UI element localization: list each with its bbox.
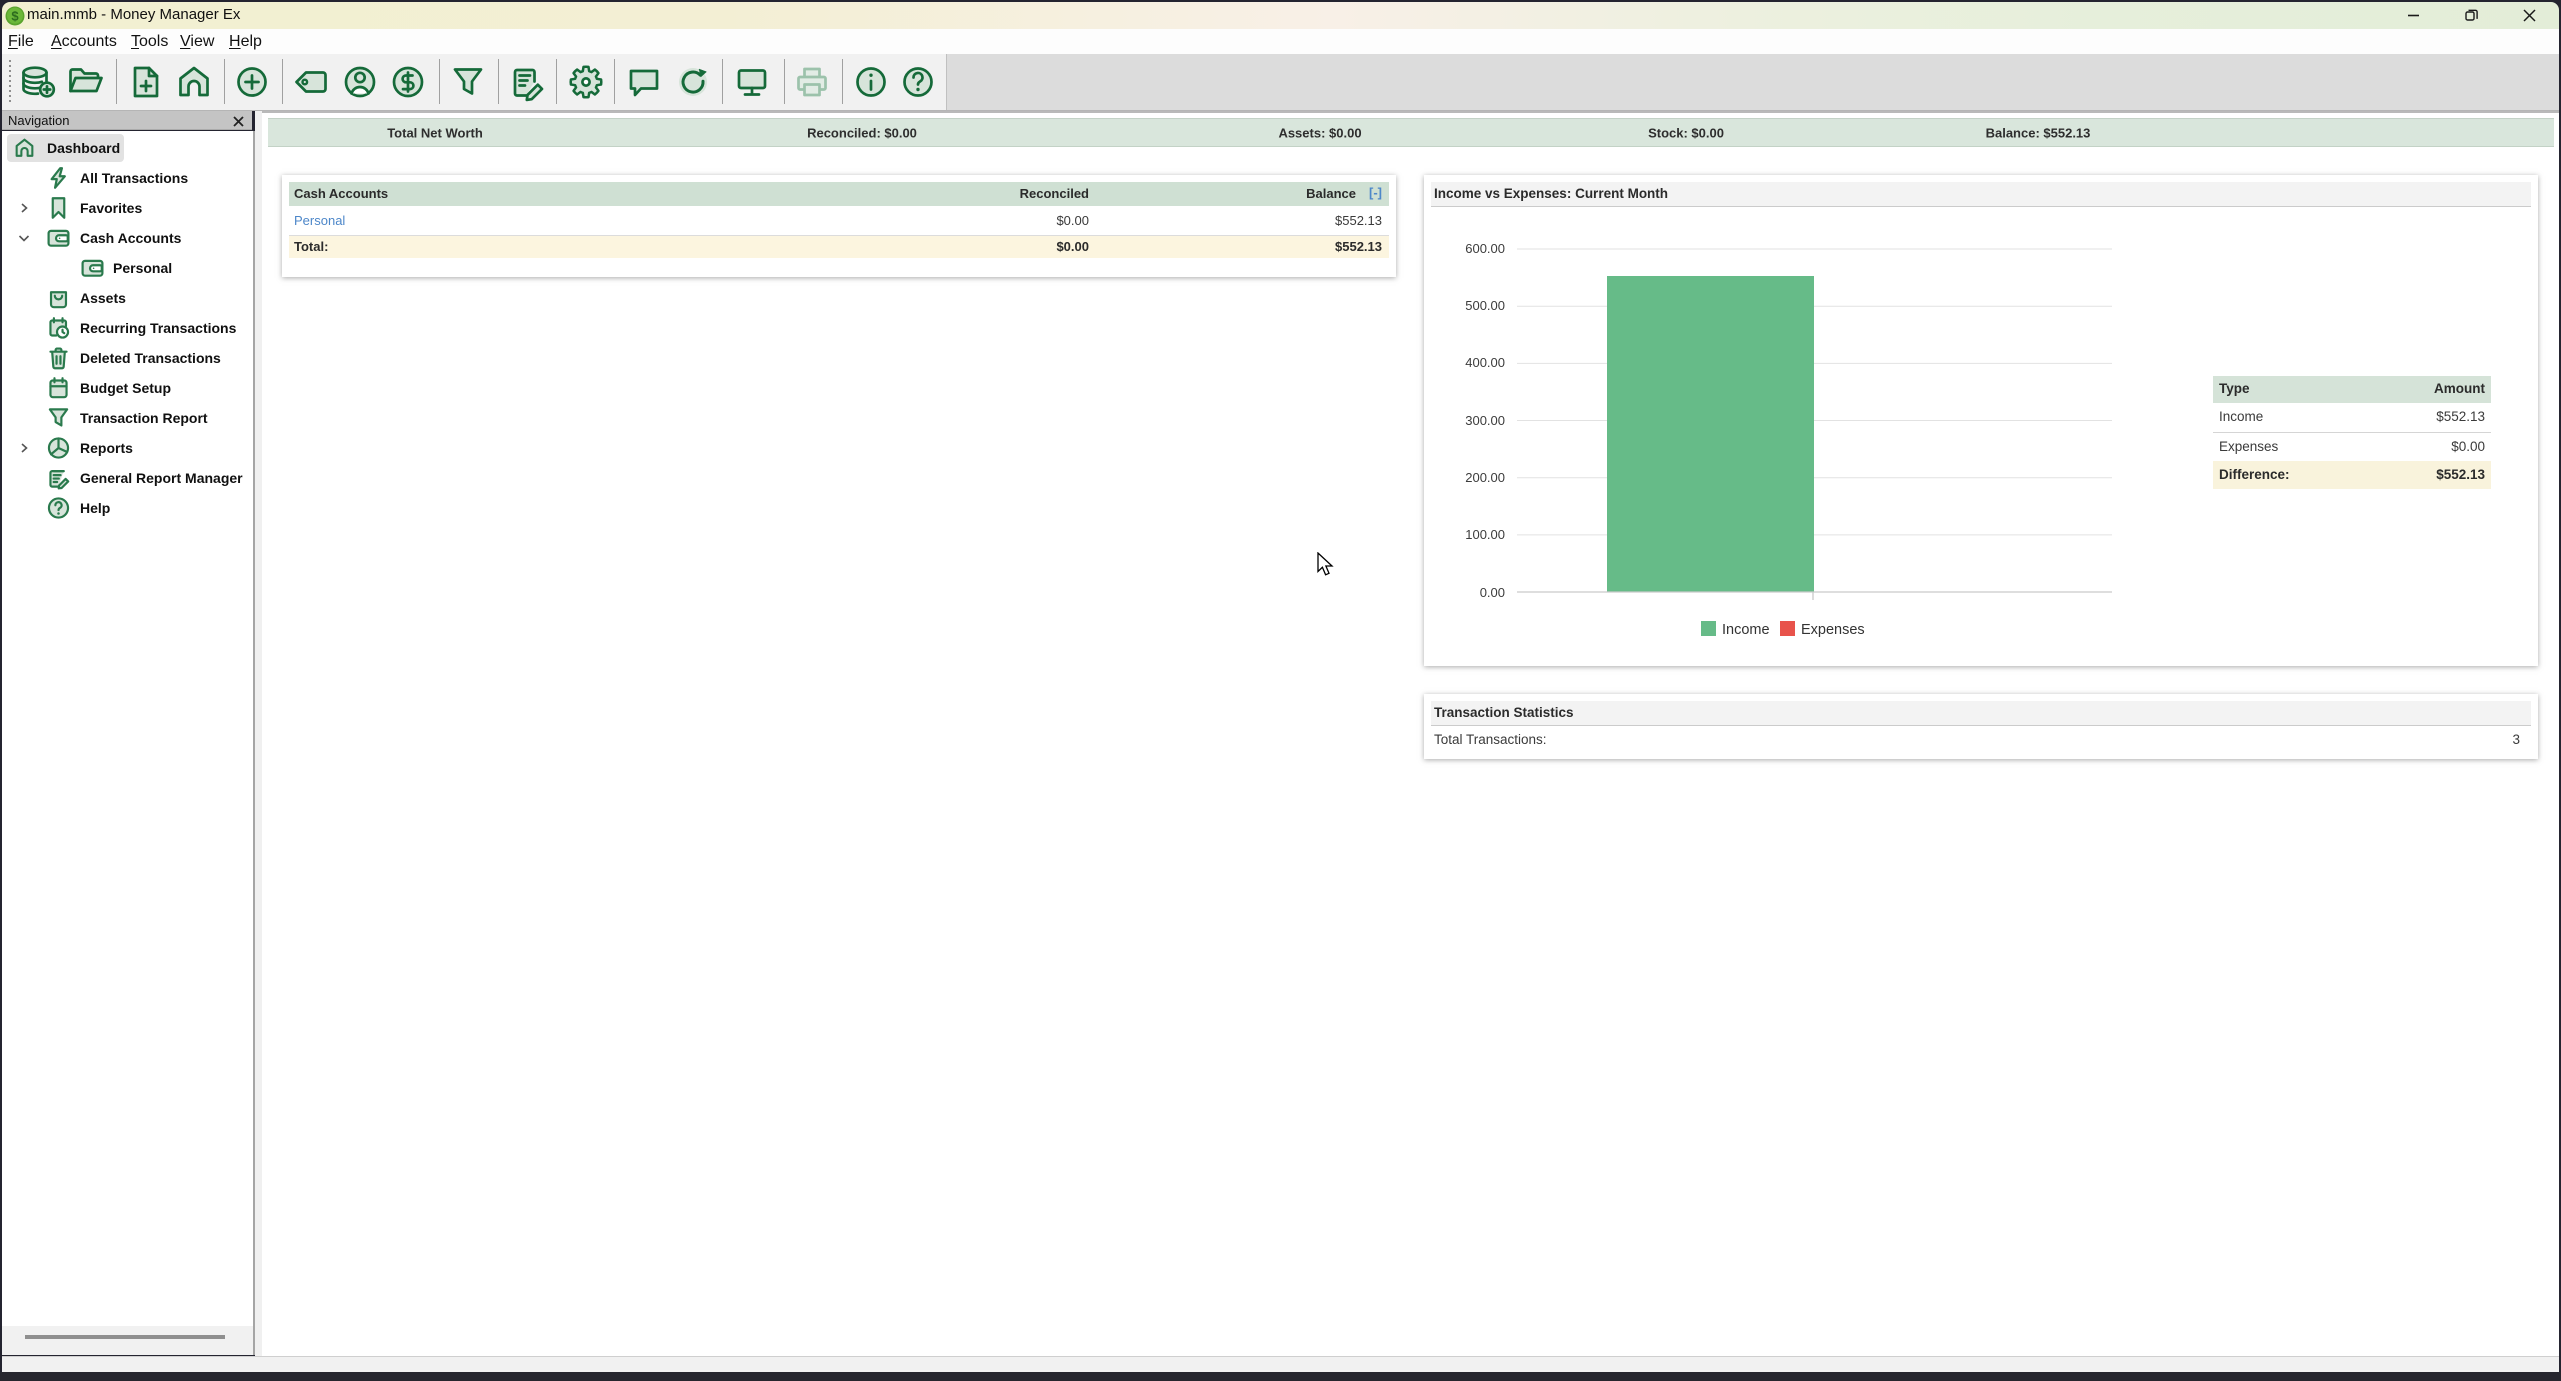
svg-text:600.00: 600.00 xyxy=(1465,241,1505,256)
svg-text:500.00: 500.00 xyxy=(1465,298,1505,313)
svg-text:300.00: 300.00 xyxy=(1465,413,1505,428)
svg-text:Income: Income xyxy=(1722,622,1770,638)
svg-text:0.00: 0.00 xyxy=(1480,585,1505,600)
svg-text:Expenses: Expenses xyxy=(1801,622,1865,638)
svg-text:400.00: 400.00 xyxy=(1465,355,1505,370)
svg-text:100.00: 100.00 xyxy=(1465,527,1505,542)
svg-text:200.00: 200.00 xyxy=(1465,470,1505,485)
svg-text:$: $ xyxy=(11,9,19,24)
